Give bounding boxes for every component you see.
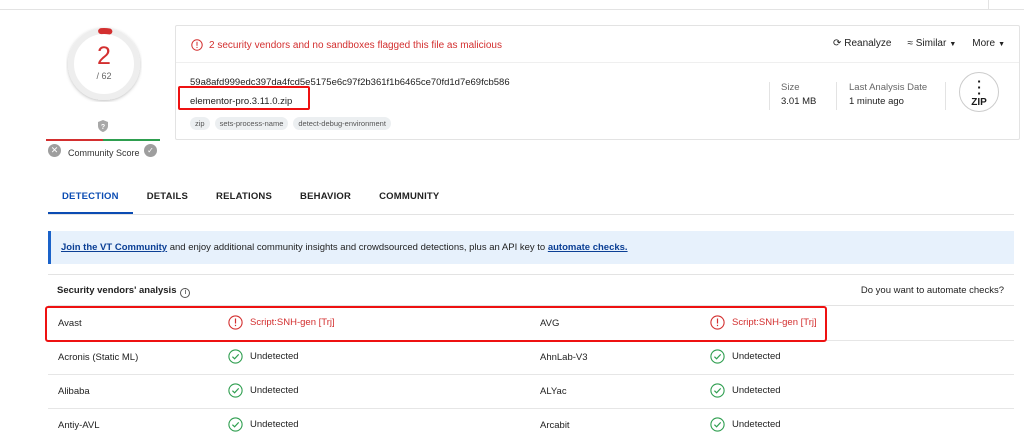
check-circle-icon (228, 383, 243, 398)
tab-detection[interactable]: DETECTION (48, 186, 133, 214)
table-row: Antiy-AVL Undetected Arcabit Undetected (48, 409, 1014, 440)
check-circle-icon (228, 349, 243, 364)
vendor-result: Undetected (228, 383, 299, 398)
chevron-down-icon: ▼ (949, 41, 957, 48)
vote-harmless-icon[interactable]: ✓ (144, 144, 157, 157)
detection-total: / 62 (96, 71, 112, 81)
check-circle-icon (710, 417, 725, 432)
alert-circle-icon (191, 39, 203, 51)
vendor-name: ALYac (540, 386, 567, 397)
file-tag[interactable]: detect-debug-environment (293, 117, 391, 130)
zipper-icon: ▪ ▪ ▪ (977, 77, 981, 98)
similar-dropdown[interactable]: ≈ Similar ▼ (907, 38, 956, 49)
tabs-divider (48, 214, 1014, 215)
vendor-result-text: Undetected (732, 419, 781, 430)
tab-behavior[interactable]: BEHAVIOR (286, 186, 365, 214)
refresh-icon: ⟳ (833, 38, 845, 49)
banner-text: and enjoy additional community insights … (167, 242, 548, 253)
info-icon[interactable]: i (180, 288, 191, 298)
vendor-result-text: Undetected (732, 351, 781, 362)
automate-checks-prompt[interactable]: Do you want to automate checks? (861, 285, 1004, 296)
detection-score-widget: 2 / 62 ? ✕ Community Score ✓ (46, 22, 162, 162)
community-banner: Join the VT Community and enjoy addition… (48, 231, 1014, 264)
card-divider (176, 62, 1019, 63)
top-bar-corner (988, 0, 1024, 10)
table-row: Alibaba Undetected ALYac Undetected (48, 375, 1014, 409)
chevron-down-icon: ▼ (998, 41, 1005, 48)
top-bar (0, 0, 1024, 10)
svg-text:?: ? (101, 124, 105, 131)
similar-icon: ≈ (907, 38, 916, 49)
file-size-label: Size (781, 82, 800, 93)
file-tag[interactable]: sets-process-name (214, 117, 289, 130)
alert-text: 2 security vendors and no sandboxes flag… (209, 39, 502, 51)
tab-community[interactable]: COMMUNITY (365, 186, 453, 214)
similar-label: Similar (915, 38, 947, 49)
community-score-bar (46, 139, 160, 141)
file-info-card: 2 security vendors and no sandboxes flag… (175, 25, 1020, 140)
file-actions: ⟳ Reanalyze ≈ Similar ▼ More ▼ (833, 38, 1005, 49)
community-score-label: Community Score (68, 148, 140, 158)
detection-count: 2 (97, 42, 111, 70)
check-circle-icon (228, 417, 243, 432)
vendor-result-text: Undetected (250, 419, 299, 430)
vendor-result-text: Undetected (250, 385, 299, 396)
file-tags: zip sets-process-name detect-debug-envir… (190, 117, 391, 130)
tab-details[interactable]: DETAILS (133, 186, 202, 214)
more-label: More (972, 38, 996, 49)
vendor-result: Undetected (228, 349, 299, 364)
file-size: Size 3.01 MB (769, 82, 833, 110)
filename-highlight-box (178, 86, 310, 110)
reanalyze-button[interactable]: ⟳ Reanalyze (833, 38, 891, 49)
vendor-name: Arcabit (540, 420, 570, 431)
check-circle-icon (710, 383, 725, 398)
zip-file-icon: ▪ ▪ ▪ ZIP (959, 72, 999, 112)
last-analysis-date: Last Analysis Date 1 minute ago (836, 82, 946, 110)
file-tag[interactable]: zip (190, 117, 210, 130)
question-shield-icon: ? (98, 120, 108, 132)
malicious-alert: 2 security vendors and no sandboxes flag… (191, 38, 502, 52)
last-analysis-date-label: Last Analysis Date (849, 82, 928, 93)
vendors-analysis-title-text: Security vendors' analysis (57, 285, 177, 296)
vendors-analysis-title: Security vendors' analysis i (57, 285, 191, 298)
vendor-name: Acronis (Static ML) (58, 352, 139, 363)
vendor-result: Undetected (710, 383, 781, 398)
vendor-result: Undetected (710, 417, 781, 432)
check-circle-icon (710, 349, 725, 364)
vendor-name: Alibaba (58, 386, 90, 397)
join-community-link[interactable]: Join the VT Community (61, 242, 167, 253)
vendor-name: Antiy-AVL (58, 420, 100, 431)
file-type-label: ZIP (971, 97, 987, 108)
last-analysis-date-value: 1 minute ago (849, 96, 904, 107)
tab-relations[interactable]: RELATIONS (202, 186, 286, 214)
vendors-analysis-header: Security vendors' analysis i Do you want … (48, 274, 1014, 306)
vendor-result: Undetected (710, 349, 781, 364)
detection-highlight-box (45, 306, 827, 342)
vendor-result: Undetected (228, 417, 299, 432)
automate-checks-link[interactable]: automate checks. (548, 242, 628, 253)
table-row: Acronis (Static ML) Undetected AhnLab-V3 Un… (48, 341, 1014, 375)
vendor-result-text: Undetected (250, 351, 299, 362)
reanalyze-label: Reanalyze (844, 38, 892, 49)
file-size-value: 3.01 MB (781, 96, 817, 107)
vendor-result-text: Undetected (732, 385, 781, 396)
vendor-name: AhnLab-V3 (540, 352, 588, 363)
more-dropdown[interactable]: More ▼ (972, 38, 1005, 49)
vote-malicious-icon[interactable]: ✕ (48, 144, 61, 157)
report-tabs: DETECTION DETAILS RELATIONS BEHAVIOR COM… (48, 186, 453, 214)
